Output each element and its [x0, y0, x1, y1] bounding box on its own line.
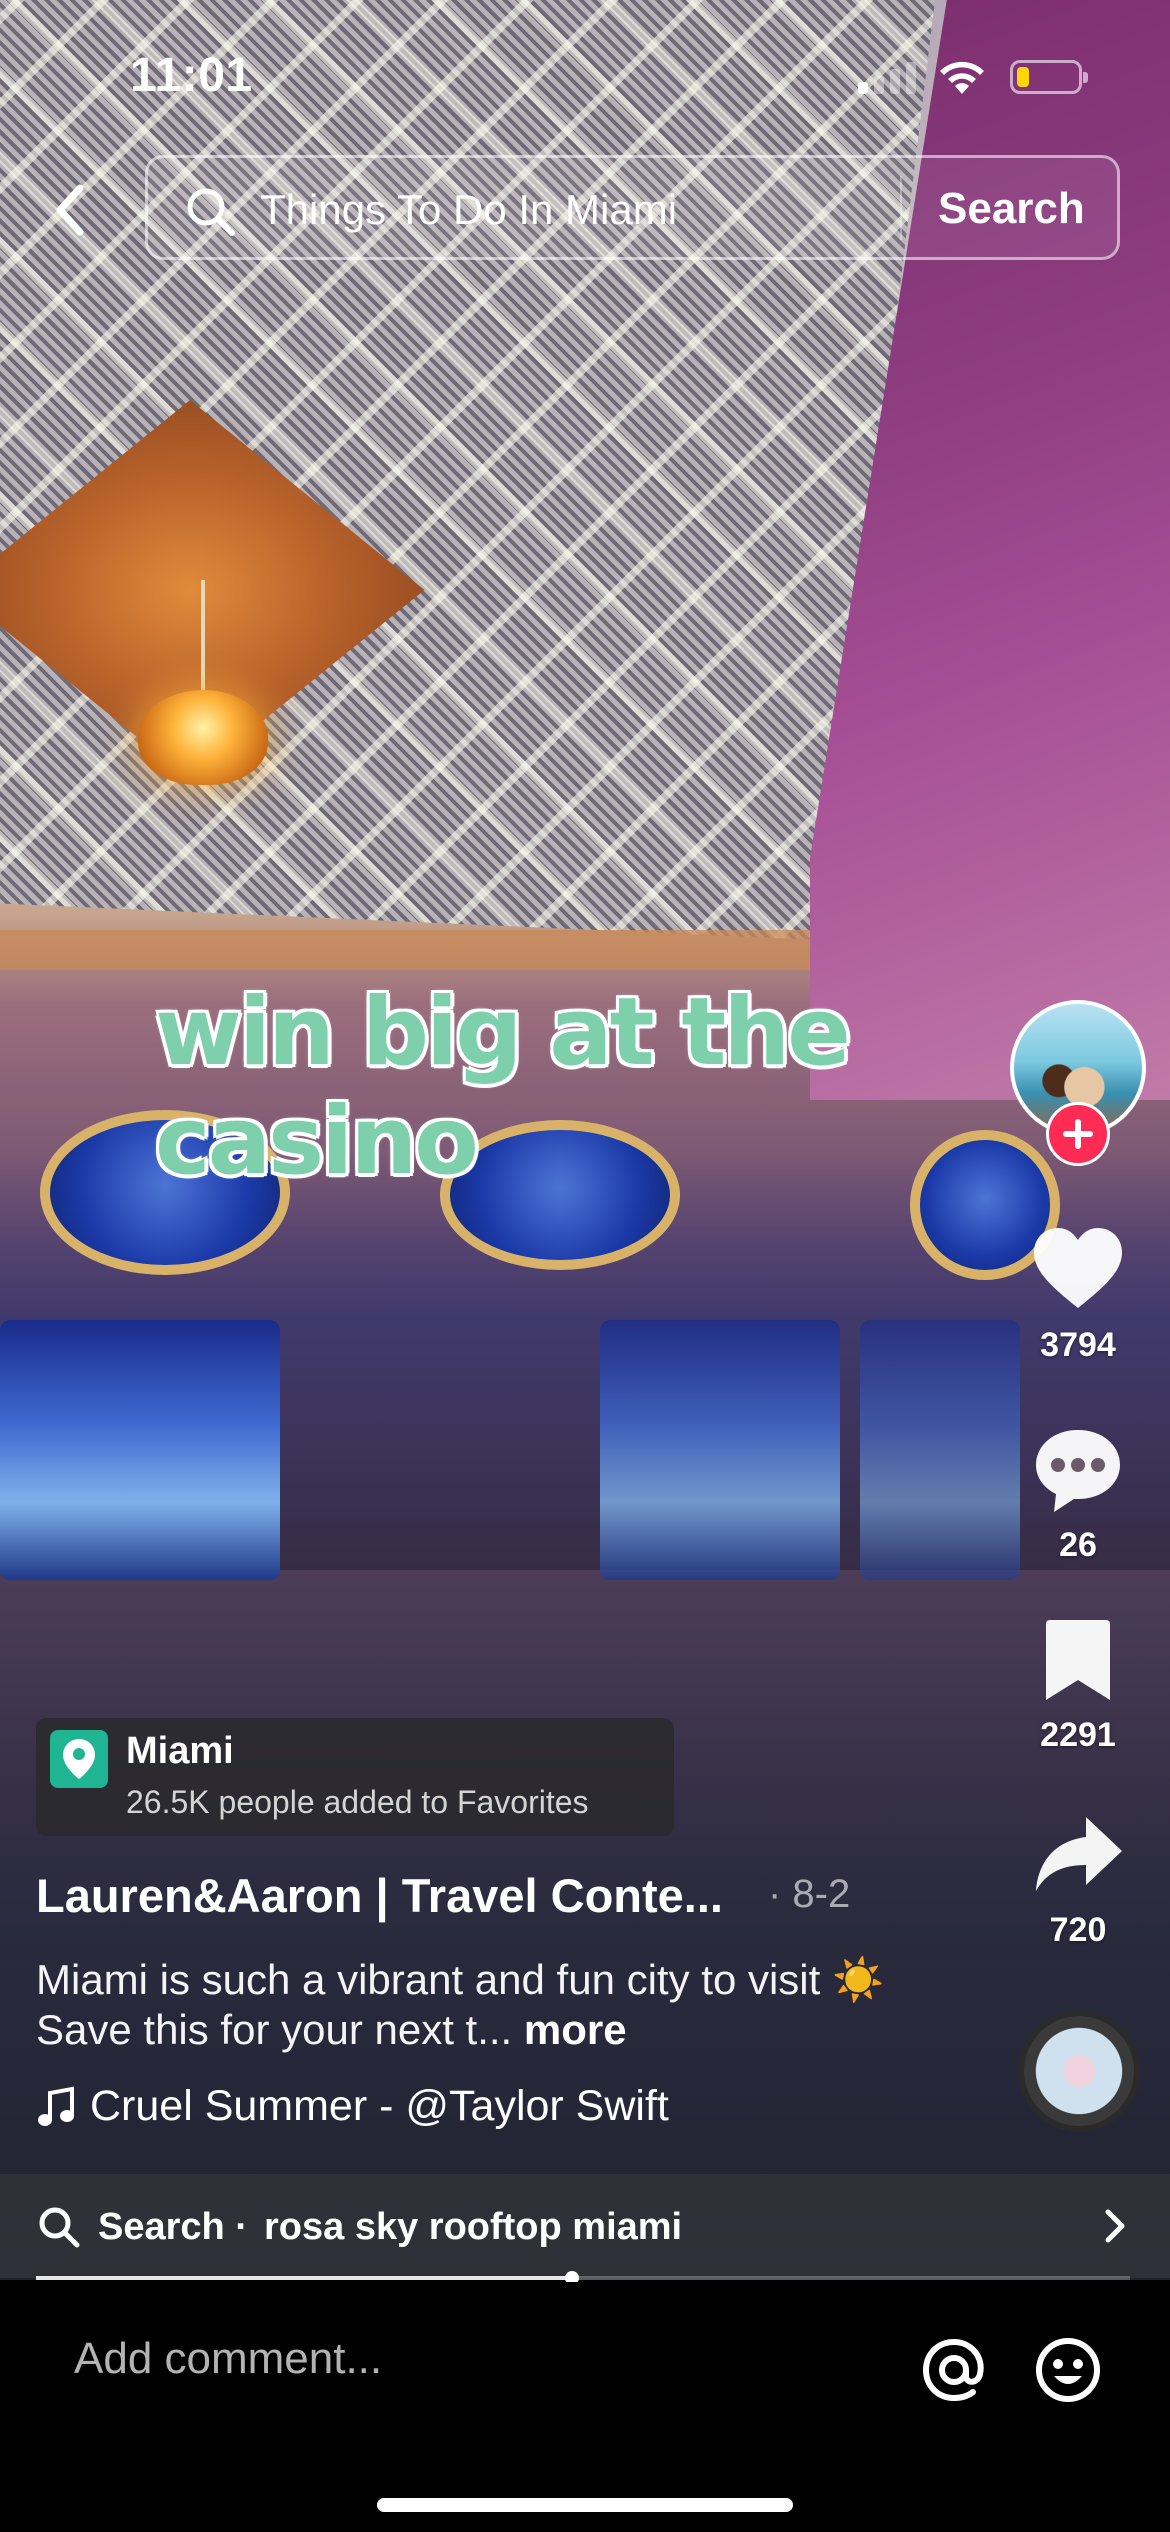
post-date: · 8-2 — [768, 1872, 851, 1916]
save-button[interactable]: 2291 — [1010, 1610, 1146, 1755]
home-indicator — [377, 2498, 793, 2512]
location-card[interactable]: Miami 26.5K people added to Favorites — [36, 1718, 674, 1836]
share-arrow-icon — [1036, 1817, 1122, 1891]
location-pin-icon — [50, 1730, 108, 1788]
location-subtitle: 26.5K people added to Favorites — [126, 1784, 589, 1820]
video-progress-fill — [36, 2276, 573, 2280]
battery-fill — [1017, 67, 1029, 87]
video-pendant-lamp — [138, 690, 268, 785]
post-description[interactable]: Miami is such a vibrant and fun city to … — [36, 1955, 916, 2055]
like-button[interactable]: 3794 — [1010, 1220, 1146, 1365]
music-disc-button[interactable] — [1018, 2010, 1140, 2132]
heart-icon — [1034, 1228, 1122, 1308]
share-button[interactable]: 720 — [1010, 1805, 1146, 1950]
save-count: 2291 — [1040, 1716, 1116, 1754]
description-text: Miami is such a vibrant and fun city to … — [36, 1956, 885, 2053]
search-icon — [187, 188, 235, 236]
plus-icon — [1063, 1119, 1093, 1149]
status-time: 11:01 — [130, 49, 253, 102]
bookmark-icon — [1046, 1620, 1110, 1700]
cellular-signal-icon — [858, 60, 920, 94]
smiley-icon[interactable] — [1032, 2334, 1104, 2406]
comment-button[interactable]: 26 — [1010, 1420, 1146, 1565]
comment-bubble-icon — [1036, 1430, 1120, 1512]
sound-title: Cruel Summer - @Taylor Swift — [90, 2082, 669, 2130]
like-count: 3794 — [1040, 1326, 1116, 1364]
battery-icon — [1010, 60, 1088, 94]
follow-button[interactable] — [1046, 1102, 1110, 1166]
search-button[interactable]: Search — [938, 184, 1085, 234]
chevron-left-icon — [56, 184, 84, 236]
share-count: 720 — [1049, 1911, 1107, 1949]
comment-bar: Add comment... — [0, 2282, 1170, 2532]
at-icon[interactable] — [918, 2334, 990, 2406]
author-name[interactable]: Lauren&Aaron | Travel Conte... — [36, 1868, 723, 1923]
related-search-term: rosa sky rooftop miami — [264, 2206, 683, 2248]
related-search-bar[interactable]: Search · rosa sky rooftop miami — [0, 2174, 1170, 2278]
comment-count: 26 — [1059, 1526, 1097, 1564]
search-bar[interactable]: Things To Do In Miami Search — [145, 155, 1120, 260]
video-ceiling-rim — [0, 930, 880, 970]
video-progress-bar[interactable] — [36, 2271, 1130, 2285]
back-button[interactable] — [40, 175, 100, 245]
sound-link[interactable]: Cruel Summer - @Taylor Swift — [36, 2082, 669, 2131]
search-icon — [39, 2207, 80, 2248]
search-divider — [900, 176, 902, 240]
location-name: Miami — [126, 1730, 234, 1772]
wifi-icon — [940, 61, 984, 94]
comment-input[interactable]: Add comment... — [74, 2334, 382, 2384]
related-search-label: Search · — [98, 2206, 248, 2248]
video-lamp-cord — [201, 580, 205, 695]
chevron-right-icon — [1105, 2209, 1125, 2243]
more-link[interactable]: more — [524, 2006, 627, 2053]
search-input[interactable]: Things To Do In Miami — [260, 186, 677, 234]
music-note-icon — [38, 2086, 74, 2126]
